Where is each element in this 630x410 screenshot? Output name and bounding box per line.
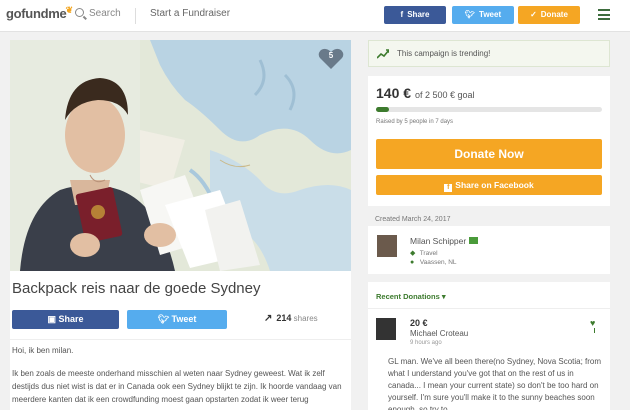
- location-pin-icon: ●: [410, 259, 415, 266]
- donation-amount: 20 €: [410, 318, 428, 328]
- campaign-hero-image: [10, 40, 351, 271]
- progress-bar-fill: [376, 107, 389, 112]
- header-share-button[interactable]: f Share: [384, 6, 446, 24]
- facebook-share-button[interactable]: ▣ Share: [12, 310, 119, 329]
- nav-divider: [135, 8, 136, 24]
- gofundme-logo[interactable]: gofundme❦: [6, 5, 73, 21]
- category-text: Travel: [419, 250, 438, 257]
- shares-counter: ↗ 214 shares: [264, 313, 318, 324]
- header-tweet-label: Tweet: [479, 10, 502, 19]
- logo-text: gofundme: [6, 6, 67, 21]
- goal-text: of 2 500 € goal: [414, 90, 475, 100]
- header-donate-button[interactable]: ✓ Donate: [518, 6, 580, 24]
- story-text: Ik ben zoals de meeste onderhand misschi…: [12, 369, 342, 404]
- organizer-card: Milan Schipper ◆ Travel ● Vaassen, NL: [368, 226, 610, 274]
- header-donate-label: Donate: [540, 10, 568, 19]
- search-label: Search: [89, 8, 121, 19]
- donation-time: 9 hours ago: [410, 340, 442, 346]
- campaign-details-card: Backpack reis naar de goede Sydney ▣ Sha…: [10, 271, 351, 410]
- shares-count: 214: [276, 313, 292, 323]
- twitter-icon: 🐦︎: [464, 10, 476, 19]
- caret-down-icon: ▾: [441, 292, 446, 301]
- hero-heart-badge[interactable]: 5: [318, 48, 344, 70]
- facebook-icon: f: [444, 184, 453, 192]
- share-label: Share: [58, 314, 84, 324]
- search-icon: [75, 8, 84, 17]
- trending-banner: This campaign is trending!: [368, 40, 610, 67]
- shares-label: shares: [293, 314, 318, 323]
- facebook-icon: f: [400, 10, 404, 19]
- donation-heart-icon[interactable]: ♥: [590, 318, 595, 333]
- trending-text: This campaign is trending!: [397, 49, 491, 58]
- trending-chart-icon: [377, 49, 389, 59]
- donor-avatar: [376, 318, 396, 340]
- hamburger-menu-icon[interactable]: [598, 9, 610, 21]
- organizer-avatar[interactable]: [377, 235, 397, 257]
- donation-comment: GL man. We've all been there(no Sydney, …: [388, 357, 602, 410]
- logo-leaf-icon: ❦: [65, 5, 73, 15]
- organizer-location: ● Vaassen, NL: [410, 259, 457, 266]
- amount-raised: 140 € of 2 500 € goal: [376, 85, 475, 101]
- donation-goal-card: 140 € of 2 500 € goal Raised by 5 people…: [368, 76, 610, 206]
- organizer-category[interactable]: ◆ Travel: [410, 249, 438, 257]
- twitter-tweet-button[interactable]: 🐦︎ Tweet: [127, 310, 227, 329]
- created-date: Created March 24, 2017: [375, 216, 451, 223]
- details-divider: [10, 339, 351, 340]
- donate-now-button[interactable]: Donate Now: [376, 139, 602, 169]
- search-button[interactable]: Search: [75, 8, 121, 19]
- share-facebook-label: Share on Facebook: [455, 180, 534, 190]
- share-on-facebook-button[interactable]: f Share on Facebook: [376, 175, 602, 195]
- campaign-title: Backpack reis naar de goede Sydney: [12, 280, 261, 297]
- header-tweet-button[interactable]: 🐦︎ Tweet: [452, 6, 514, 24]
- start-fundraiser-link[interactable]: Start a Fundraiser: [150, 8, 230, 19]
- raised-amount: 140 €: [376, 85, 412, 101]
- recent-donations-title: Recent Donations: [376, 292, 440, 301]
- tweet-label: Tweet: [171, 314, 197, 324]
- organizer-name[interactable]: Milan Schipper: [410, 236, 479, 246]
- top-navigation-bar: gofundme❦ Search Start a Fundraiser f Sha…: [0, 0, 630, 32]
- progress-bar: [376, 107, 602, 112]
- trending-arrow-icon: ↗: [264, 313, 273, 324]
- donor-name: Michael Croteau: [410, 329, 469, 338]
- check-icon: ✓: [530, 10, 537, 19]
- twitter-icon: 🐦︎: [157, 314, 172, 324]
- hero-photo: [10, 40, 351, 271]
- story-greeting: Hoi, ik ben milan.: [12, 346, 74, 355]
- recent-donations-card: Recent Donations ▾ 20 € Michael Croteau …: [368, 282, 610, 410]
- header-share-label: Share: [407, 10, 430, 19]
- tag-icon: ◆: [410, 250, 416, 257]
- heart-count: 5: [328, 51, 334, 60]
- facebook-icon: ▣: [47, 314, 59, 324]
- recent-divider: [368, 308, 610, 309]
- location-text: Vaassen, NL: [419, 259, 457, 266]
- recent-donations-dropdown[interactable]: Recent Donations ▾: [376, 292, 446, 301]
- envelope-icon[interactable]: [469, 237, 479, 244]
- raised-by-text: Raised by 5 people in 7 days: [376, 119, 454, 125]
- organizer-name-text: Milan Schipper: [410, 236, 467, 246]
